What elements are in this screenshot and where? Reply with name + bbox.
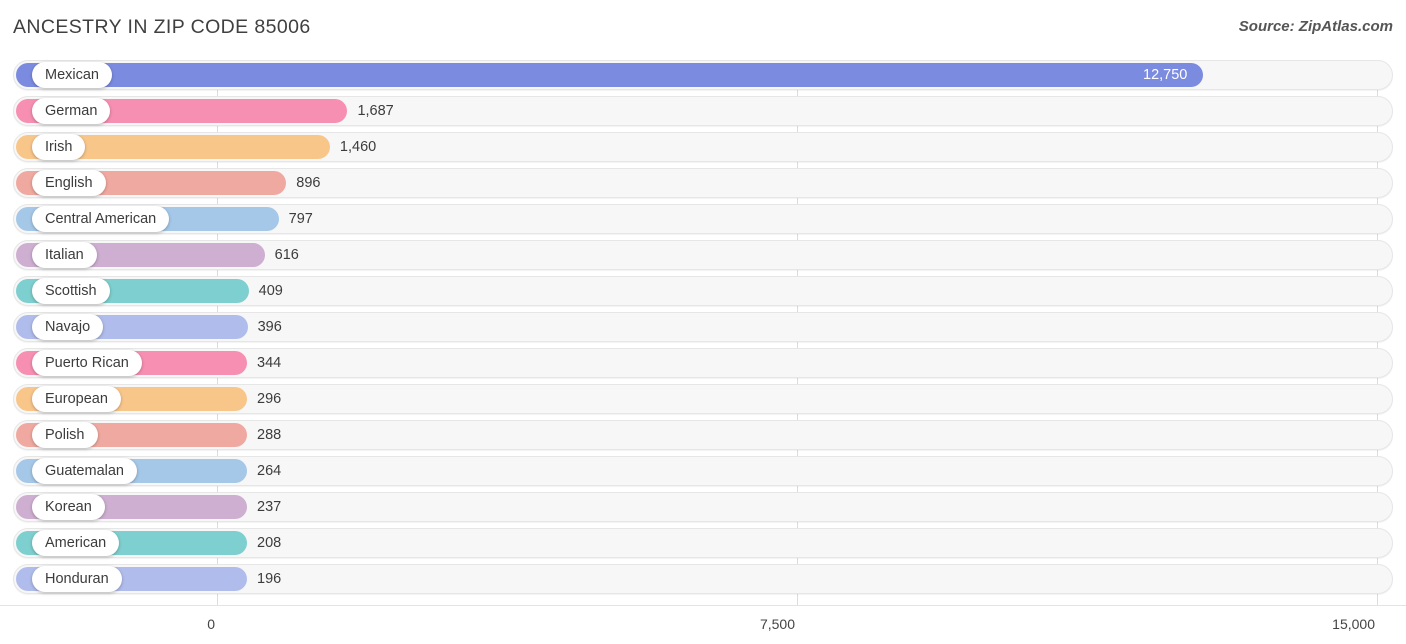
bar-category-label: Central American <box>45 210 157 227</box>
bar-category-label: German <box>45 102 98 119</box>
chart-row[interactable]: Puerto Rican 344 <box>0 348 1406 378</box>
chart-container: ANCESTRY IN ZIP CODE 85006 Source: ZipAt… <box>0 0 1406 644</box>
chart-row[interactable]: Korean 237 <box>0 492 1406 522</box>
bar-rows: Mexican 12,750 German 1,687 Irish 1,460 Englis… <box>0 60 1406 600</box>
bar-label-pill: Scottish <box>32 278 110 304</box>
chart-row[interactable]: American 208 <box>0 528 1406 558</box>
bar-category-label: Korean <box>45 498 92 515</box>
bar-label-pill: Korean <box>32 494 105 520</box>
chart-row[interactable]: Central American 797 <box>0 204 1406 234</box>
bar-value-label: 264 <box>257 463 282 479</box>
chart-row[interactable]: English 896 <box>0 168 1406 198</box>
chart-row[interactable]: Navajo 396 <box>0 312 1406 342</box>
chart-row[interactable]: Guatemalan 264 <box>0 456 1406 486</box>
chart-row[interactable]: Mexican 12,750 <box>0 60 1406 90</box>
bar-value-label: 237 <box>257 499 282 515</box>
bar-label-pill: European <box>32 386 121 412</box>
bar-category-label: Mexican <box>45 66 99 83</box>
bar-value-label: 1,687 <box>357 103 394 119</box>
bar-label-pill: German <box>32 98 111 124</box>
bar-category-label: Italian <box>45 246 84 263</box>
axis-tick-label: 7,500 <box>759 616 795 632</box>
source-attribution: Source: ZipAtlas.com <box>1238 18 1393 35</box>
bar-category-label: Honduran <box>45 570 109 587</box>
chart-row[interactable]: German 1,687 <box>0 96 1406 126</box>
bar-category-label: European <box>45 390 108 407</box>
bar-label-pill: Navajo <box>32 314 104 340</box>
chart-row[interactable]: Honduran 196 <box>0 564 1406 594</box>
bar-category-label: American <box>45 534 107 551</box>
bar-value-label: 288 <box>257 427 282 443</box>
bar-label-pill: American <box>32 530 120 556</box>
bar-value-label: 196 <box>257 571 282 587</box>
bar-value-label: 396 <box>257 319 282 335</box>
bar-value-label: 344 <box>257 355 282 371</box>
chart-header: ANCESTRY IN ZIP CODE 85006 Source: ZipAt… <box>0 0 1406 56</box>
bar-label-pill: Central American <box>32 206 170 232</box>
chart-row[interactable]: Italian 616 <box>0 240 1406 270</box>
axis-tick-label: 15,000 <box>1332 616 1375 632</box>
bar-label-pill: Puerto Rican <box>32 350 142 376</box>
page-title: ANCESTRY IN ZIP CODE 85006 <box>13 16 311 38</box>
bar-label-pill: English <box>32 170 106 196</box>
bar-category-label: Polish <box>45 426 85 443</box>
bar-value-label: 208 <box>257 535 282 551</box>
bar-category-label: Guatemalan <box>45 462 124 479</box>
bar-category-label: Navajo <box>45 318 91 335</box>
bar-value-label: 409 <box>258 283 283 299</box>
x-axis: 0 7,500 15,000 <box>0 605 1406 644</box>
axis-line <box>0 605 1406 606</box>
axis-tick-label: 0 <box>207 616 215 632</box>
bar-value-label: 1,460 <box>339 139 377 155</box>
chart-row[interactable]: European 296 <box>0 384 1406 414</box>
bar-label-pill: Honduran <box>32 566 122 592</box>
bar[interactable] <box>16 63 1203 87</box>
bar-category-label: English <box>45 174 93 191</box>
bar-label-pill: Irish <box>32 134 86 160</box>
bar-value-label: 616 <box>274 247 299 263</box>
bar-value-label: 12,750 <box>1143 67 1188 83</box>
bar-value-label: 797 <box>288 211 313 227</box>
plot-area: Mexican 12,750 German 1,687 Irish 1,460 Englis… <box>0 60 1406 605</box>
bar-label-pill: Italian <box>32 242 97 268</box>
bar-label-pill: Polish <box>32 422 98 448</box>
chart-row[interactable]: Polish 288 <box>0 420 1406 450</box>
bar-category-label: Irish <box>45 138 73 155</box>
bar-value-label: 296 <box>257 391 282 407</box>
bar-label-pill: Mexican <box>32 62 112 88</box>
bar-value-label: 896 <box>296 175 321 191</box>
bar-category-label: Puerto Rican <box>45 354 129 371</box>
bar-label-pill: Guatemalan <box>32 458 137 484</box>
bar-category-label: Scottish <box>45 282 97 299</box>
chart-row[interactable]: Scottish 409 <box>0 276 1406 306</box>
chart-row[interactable]: Irish 1,460 <box>0 132 1406 162</box>
